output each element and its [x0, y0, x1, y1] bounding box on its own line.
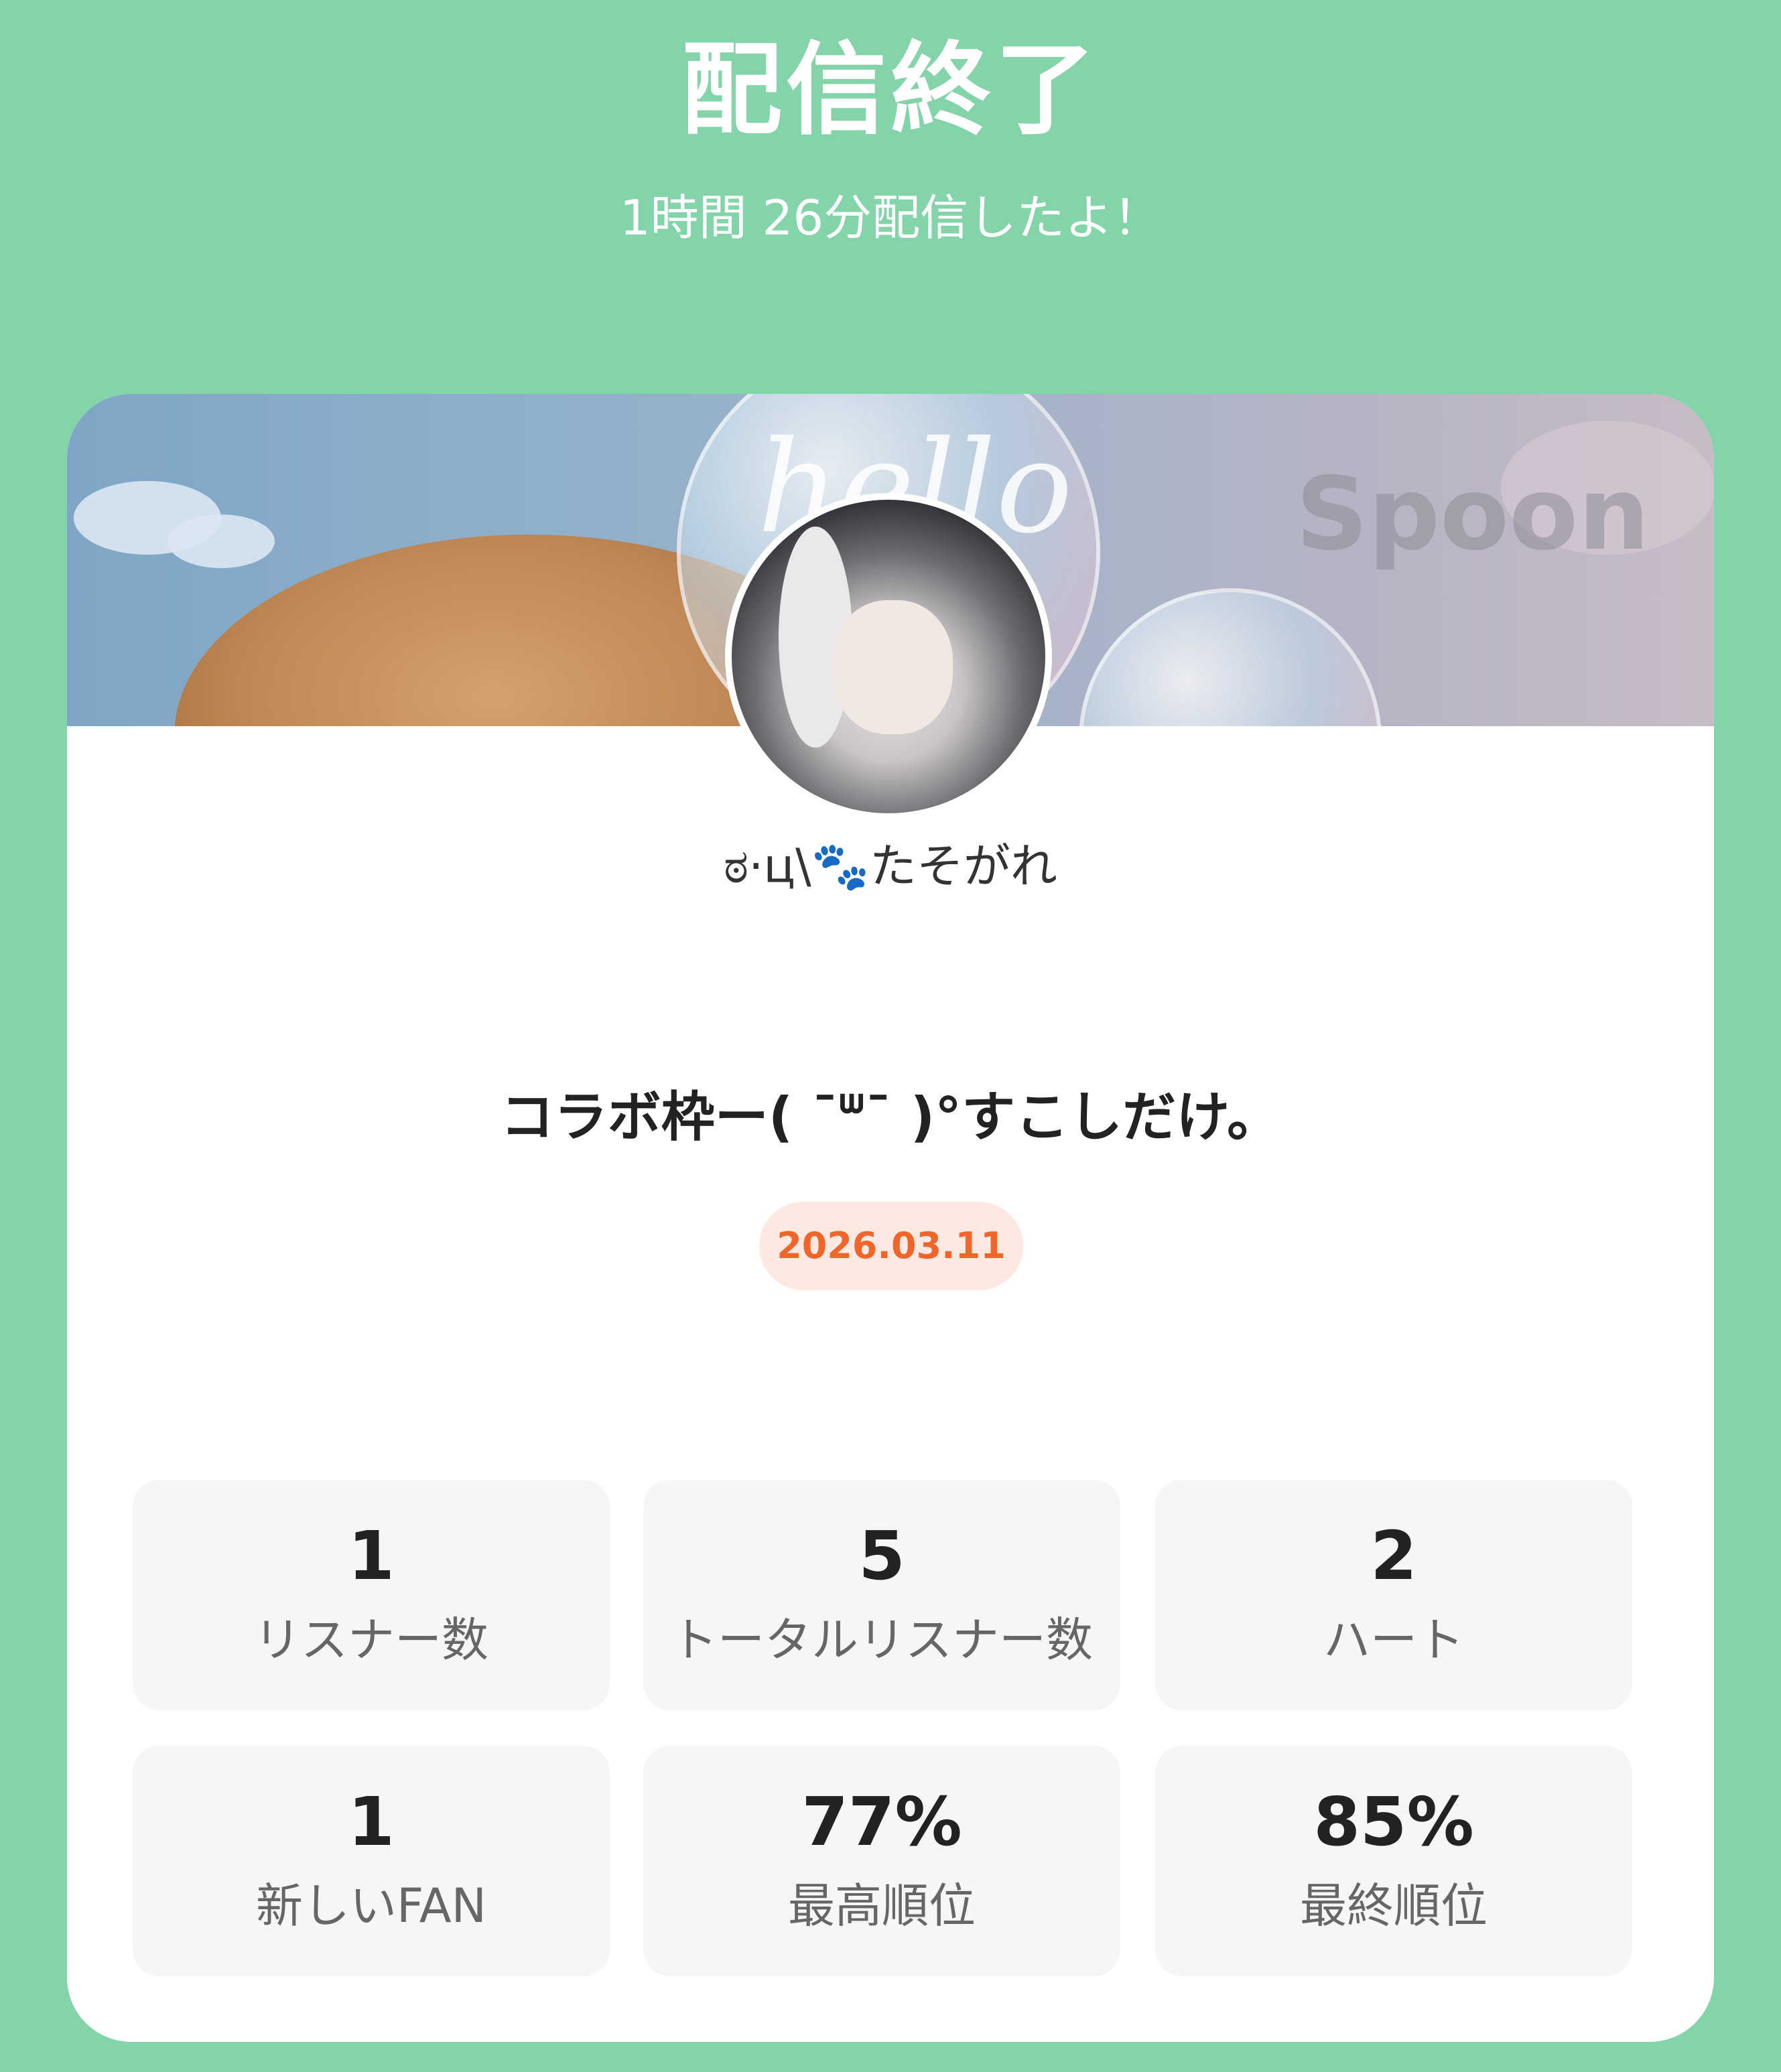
stat-final-rank: 85% 最終順位: [1155, 1746, 1632, 1976]
stat-label: トータルリスナー数: [671, 1612, 1093, 1667]
username-prefix: ಠ·ц\: [724, 839, 811, 894]
summary-card: hello Spoon ಠ·ц\🐾たそがれ コラボ枠ー( ¯ᐜ¯ )°すこしだけ…: [67, 394, 1714, 2042]
username[interactable]: ಠ·ц\🐾たそがれ: [67, 836, 1714, 896]
stat-value: 77%: [801, 1783, 962, 1861]
stat-label: 新しいFAN: [255, 1878, 487, 1933]
stat-value: 5: [858, 1517, 905, 1595]
avatar-face: [832, 600, 953, 734]
avatar[interactable]: [725, 493, 1052, 820]
stat-total-listeners: 5 トータルリスナー数: [643, 1480, 1120, 1710]
page-title: 配信終了: [681, 32, 1100, 149]
banner-bubble: [1079, 588, 1382, 726]
date-badge: 2026.03.11: [759, 1202, 1023, 1290]
stat-value: 1: [348, 1783, 395, 1861]
avatar-image: [732, 500, 1045, 813]
stat-best-rank: 77% 最高順位: [643, 1746, 1120, 1976]
stat-new-fans: 1 新しいFAN: [133, 1746, 610, 1976]
broadcast-duration: 1時間 26分配信したよ！: [619, 190, 1162, 246]
live-title: コラボ枠ー( ¯ᐜ¯ )°すこしだけ。: [500, 1086, 1281, 1148]
stat-value: 85%: [1313, 1783, 1474, 1861]
stat-label: ハート: [1323, 1612, 1464, 1667]
username-suffix: たそがれ: [869, 839, 1057, 894]
stat-value: 1: [348, 1517, 395, 1595]
stat-label: 最高順位: [788, 1878, 976, 1933]
stat-hearts: 2 ハート: [1155, 1480, 1632, 1710]
stat-label: 最終順位: [1300, 1878, 1488, 1933]
stat-label: リスナー数: [254, 1612, 488, 1667]
paw-icon: 🐾: [811, 839, 870, 894]
stat-listeners: 1 リスナー数: [133, 1480, 610, 1710]
banner-cloud: [168, 514, 275, 568]
spoon-watermark: Spoon: [1295, 456, 1650, 573]
stat-value: 2: [1370, 1517, 1417, 1595]
